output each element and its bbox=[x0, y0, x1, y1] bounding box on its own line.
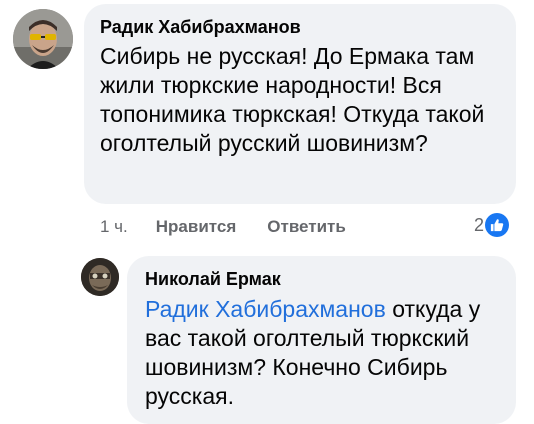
reaction-count: 2 bbox=[474, 214, 485, 235]
avatar[interactable] bbox=[13, 9, 73, 69]
like-thumb-icon bbox=[485, 213, 510, 237]
avatar[interactable] bbox=[81, 258, 119, 296]
profile-photo bbox=[81, 258, 119, 296]
reply-button[interactable]: Ответить bbox=[267, 217, 346, 237]
comment-actions: 1 ч. Нравится Ответить bbox=[100, 217, 377, 237]
comment-text: Сибирь не русская! До Ермака там жили тю… bbox=[100, 43, 485, 156]
comment-bubble: Радик Хабибрахманов Сибирь не русская! Д… bbox=[84, 4, 516, 204]
comment-author[interactable]: Николай Ермак bbox=[145, 268, 500, 290]
comment-author[interactable]: Радик Хабибрахманов bbox=[100, 16, 500, 38]
comment-bubble: Николай Ермак Радик Хабибрахманов откуда… bbox=[127, 256, 516, 424]
profile-photo bbox=[13, 9, 73, 69]
comment-timestamp[interactable]: 1 ч. bbox=[100, 217, 128, 237]
comment-text: Радик Хабибрахманов откуда у вас такой о… bbox=[145, 295, 500, 411]
reaction-summary[interactable]: 2 bbox=[474, 213, 510, 237]
like-button[interactable]: Нравится bbox=[156, 217, 237, 237]
user-mention[interactable]: Радик Хабибрахманов bbox=[145, 296, 386, 322]
